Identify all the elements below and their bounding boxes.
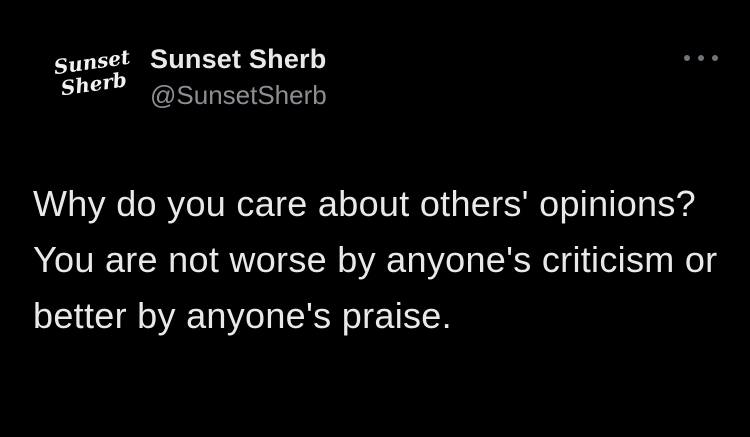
display-name[interactable]: Sunset Sherb xyxy=(150,42,327,76)
more-dot xyxy=(712,55,718,61)
more-dot xyxy=(698,55,704,61)
avatar[interactable]: Sunset Sherb xyxy=(30,38,140,108)
tweet-text: Why do you care about others' opinions? … xyxy=(33,183,718,336)
more-options-icon[interactable] xyxy=(684,46,718,70)
user-handle[interactable]: @SunsetSherb xyxy=(150,78,327,112)
sunset-sherb-logo: Sunset Sherb xyxy=(52,45,132,101)
tweet-card: Sunset Sherb Sunset Sherb @SunsetSherb W… xyxy=(0,0,750,437)
more-dot xyxy=(684,55,690,61)
author-info: Sunset Sherb @SunsetSherb xyxy=(150,42,327,112)
